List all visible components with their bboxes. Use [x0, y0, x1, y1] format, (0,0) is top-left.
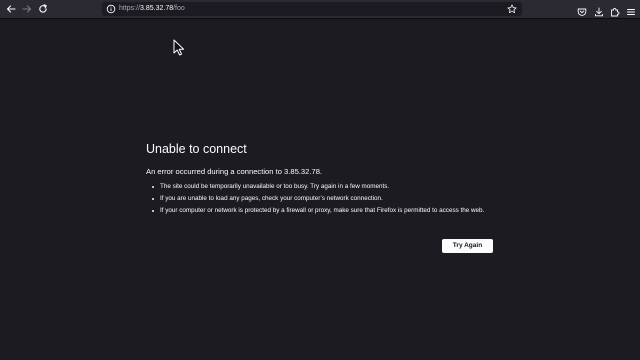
url-path: /foo — [173, 5, 185, 12]
error-container: Unable to connect An error occurred duri… — [146, 142, 496, 253]
browser-toolbar: https://3.85.32.78/foo — [0, 0, 640, 19]
hamburger-menu-icon — [627, 9, 635, 15]
reload-button[interactable] — [36, 2, 50, 16]
error-title: Unable to connect — [146, 142, 247, 156]
pocket-button[interactable] — [577, 4, 587, 16]
error-tip: If your computer or network is protected… — [152, 207, 496, 215]
try-again-button[interactable]: Try Again — [442, 239, 493, 253]
error-tips-list: The site could be temporarily unavailabl… — [146, 183, 496, 215]
back-button[interactable] — [4, 2, 18, 16]
reload-icon — [39, 4, 47, 13]
error-tip: If you are unable to load any pages, che… — [152, 195, 496, 203]
menu-button[interactable] — [626, 4, 636, 15]
url-text: https://3.85.32.78/foo — [119, 3, 185, 15]
error-description: An error occurred during a connection to… — [146, 167, 323, 176]
error-tip: The site could be temporarily unavailabl… — [152, 183, 496, 191]
url-scheme: https:// — [119, 5, 141, 12]
mouse-pointer-icon — [173, 39, 185, 56]
star-icon[interactable] — [507, 4, 517, 14]
download-icon — [595, 7, 603, 17]
url-host: 3.85.32.78 — [140, 5, 174, 12]
extensions-button[interactable] — [610, 4, 620, 17]
info-icon[interactable] — [106, 4, 116, 14]
forward-arrow-icon — [22, 5, 32, 13]
downloads-button[interactable] — [594, 4, 604, 17]
back-arrow-icon — [6, 5, 16, 13]
puzzle-icon — [611, 8, 620, 17]
url-bar[interactable]: https://3.85.32.78/foo — [102, 2, 522, 16]
pocket-icon — [577, 8, 587, 16]
forward-button[interactable] — [20, 2, 34, 16]
